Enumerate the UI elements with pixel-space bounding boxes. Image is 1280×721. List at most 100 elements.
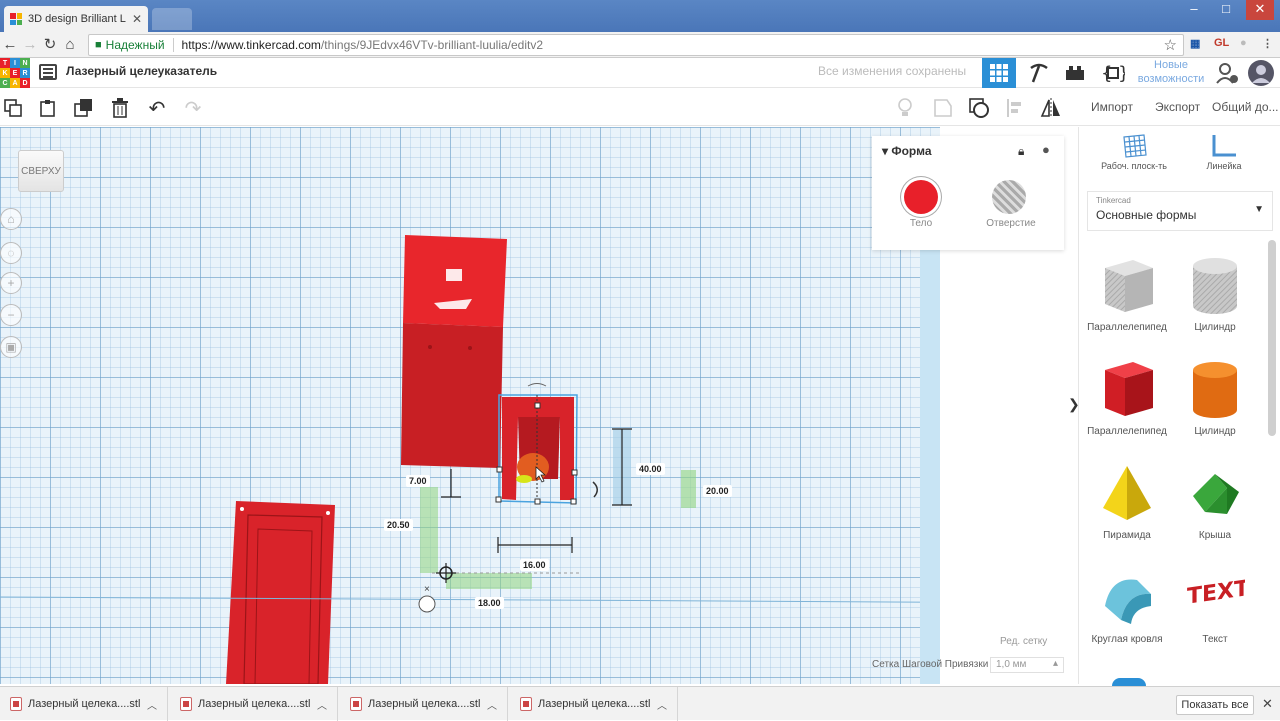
snap-grid-label: Сетка Шаговой Привязки <box>872 659 989 670</box>
align-icon[interactable] <box>1004 97 1026 119</box>
stl-file-icon <box>180 697 192 711</box>
copy-icon[interactable] <box>2 97 24 119</box>
lock-icon[interactable]: 🔒︎ <box>1018 144 1024 159</box>
dim-height-label[interactable]: 40.00 <box>636 463 665 475</box>
note-icon <box>418 595 436 613</box>
zoom-out-icon[interactable]: − <box>0 304 22 326</box>
library-item[interactable]: Пирамида <box>1082 462 1172 541</box>
url-input[interactable]: ■ Надежный https://www.tinkercad.com/thi… <box>88 34 1184 56</box>
library-item[interactable]: Круглая кровля <box>1082 566 1172 645</box>
whats-new-link[interactable]: Новые возможности <box>1136 58 1206 86</box>
library-item[interactable]: Параллелепипед <box>1082 358 1172 437</box>
visibility-bulb-icon[interactable]: ● <box>1042 142 1050 157</box>
shape-source-dropdown[interactable]: Tinkercad Основные формы ▼ <box>1087 191 1273 231</box>
roof-icon <box>1193 474 1239 514</box>
undo-icon[interactable]: ↶ <box>146 97 168 120</box>
home-icon[interactable]: ⌂ <box>60 35 80 55</box>
reload-icon[interactable]: ↻ <box>40 35 60 55</box>
delete-trash-icon[interactable] <box>109 97 131 119</box>
dim-pos-x-label[interactable]: 18.00 <box>475 597 504 609</box>
dim-width-label[interactable]: 16.00 <box>520 559 549 571</box>
library-item[interactable]: Цилиндр <box>1170 358 1260 437</box>
download-item[interactable]: Лазерный целека....stl ︿ <box>510 687 678 721</box>
dim-offset-label[interactable]: 7.00 <box>406 475 430 487</box>
light-bulb-icon[interactable] <box>894 97 916 119</box>
close-window-icon[interactable]: ✕ <box>1246 0 1274 20</box>
dim-elevation-label[interactable]: 20.00 <box>703 485 732 497</box>
forward-icon[interactable]: → <box>20 35 40 55</box>
import-button[interactable]: Импорт <box>1091 100 1133 114</box>
back-icon[interactable]: ← <box>0 35 20 55</box>
sphere-icon[interactable] <box>1112 678 1146 686</box>
design-menu-icon[interactable] <box>39 64 57 80</box>
box-icon <box>1105 362 1153 416</box>
logo-letter: I <box>10 58 20 68</box>
library-item[interactable]: TEXT Текст <box>1170 566 1260 645</box>
solid-color-swatch[interactable] <box>904 180 938 214</box>
chevron-up-icon[interactable]: ︿ <box>487 697 497 712</box>
export-button[interactable]: Экспорт <box>1155 100 1200 114</box>
hole-swatch[interactable] <box>992 180 1026 214</box>
collapse-panel-chevron-icon[interactable]: ❯ <box>1068 396 1080 413</box>
mirror-icon[interactable] <box>1040 97 1062 119</box>
library-item[interactable]: Параллелепипед <box>1082 254 1172 333</box>
library-item[interactable]: Цилиндр <box>1170 254 1260 333</box>
chevron-up-icon[interactable]: ︿ <box>147 697 157 712</box>
stl-file-icon <box>350 697 362 711</box>
library-scrollbar[interactable] <box>1268 240 1276 436</box>
zoom-in-icon[interactable]: + <box>0 272 22 294</box>
maximize-icon[interactable]: □ <box>1212 0 1240 20</box>
avatar[interactable] <box>1244 58 1278 88</box>
browser-menu-icon[interactable]: ⋮ <box>1262 37 1273 50</box>
workplane-tool[interactable]: Рабоч. плоск-ть <box>1089 133 1179 171</box>
home-view-icon[interactable]: ⌂ <box>0 208 22 230</box>
share-button[interactable]: Общий до... <box>1212 100 1278 114</box>
download-bar: Лазерный целека....stl ︿ Лазерный целека.… <box>0 686 1280 721</box>
extension-gl[interactable]: GL <box>1214 37 1229 49</box>
lock-icon: ■ <box>95 39 102 51</box>
snap-grid-select[interactable]: 1,0 мм ▴ <box>990 657 1064 673</box>
tab-close-icon[interactable]: ✕ <box>132 12 142 26</box>
extension-icon[interactable]: ▦ <box>1190 37 1200 50</box>
redo-icon[interactable]: ↷ <box>182 97 204 120</box>
view-cube[interactable]: СВЕРХУ <box>18 150 64 192</box>
ruler-tool[interactable]: Линейка <box>1179 133 1269 171</box>
add-user-icon[interactable] <box>1210 58 1244 88</box>
bookmark-star-icon[interactable]: ☆ <box>1164 36 1177 54</box>
library-item[interactable]: Крыша <box>1170 462 1260 541</box>
inspector-header[interactable]: ▾ Форма <box>882 144 932 158</box>
perspective-icon[interactable]: ▣ <box>0 336 22 358</box>
tinkercad-logo[interactable]: TIN KER CAD <box>0 58 30 88</box>
close-download-bar-icon[interactable]: ✕ <box>1262 696 1273 712</box>
show-all-downloads-button[interactable]: Показать все <box>1176 695 1254 715</box>
blocks-pickaxe-icon[interactable] <box>1022 58 1056 88</box>
download-filename: Лазерный целека....stl <box>538 698 651 710</box>
chevron-up-icon[interactable]: ︿ <box>317 697 327 712</box>
tab-title: 3D design Brilliant Luulia <box>28 13 126 25</box>
chevron-up-icon[interactable]: ︿ <box>657 697 667 712</box>
design-title[interactable]: Лазерный целеуказатель <box>66 64 217 78</box>
browser-tab[interactable]: 3D design Brilliant Luulia ✕ <box>4 6 148 32</box>
browser-tab-strip: 3D design Brilliant Luulia ✕ – □ ✕ <box>0 0 1280 32</box>
fit-view-icon[interactable]: ◌ <box>0 242 22 264</box>
bricks-icon[interactable] <box>1058 58 1092 88</box>
codeblocks-icon[interactable]: {} <box>1096 58 1130 88</box>
logo-letter: D <box>20 78 30 88</box>
download-item[interactable]: Лазерный целека....stl ︿ <box>0 687 168 721</box>
dim-pos-y-label[interactable]: 20.50 <box>384 519 413 531</box>
new-tab-button[interactable] <box>152 8 192 30</box>
round-roof-icon <box>1105 579 1151 624</box>
group-icon[interactable] <box>932 97 954 119</box>
minimize-icon[interactable]: – <box>1180 0 1208 20</box>
3d-view-grid-icon[interactable] <box>982 58 1016 88</box>
red-box-shape <box>401 235 507 468</box>
collapse-caret-icon: ▾ <box>882 144 892 158</box>
download-item[interactable]: Лазерный целека....stl ︿ <box>340 687 508 721</box>
paste-icon[interactable] <box>37 97 59 119</box>
download-item[interactable]: Лазерный целека....stl ︿ <box>170 687 338 721</box>
extension-circle-icon[interactable]: ● <box>1240 37 1247 49</box>
duplicate-icon[interactable] <box>73 97 95 119</box>
ungroup-icon[interactable] <box>968 97 990 119</box>
edit-grid-button[interactable]: Ред. сетку <box>1000 636 1047 647</box>
hole-label: Отверстие <box>986 218 1036 229</box>
